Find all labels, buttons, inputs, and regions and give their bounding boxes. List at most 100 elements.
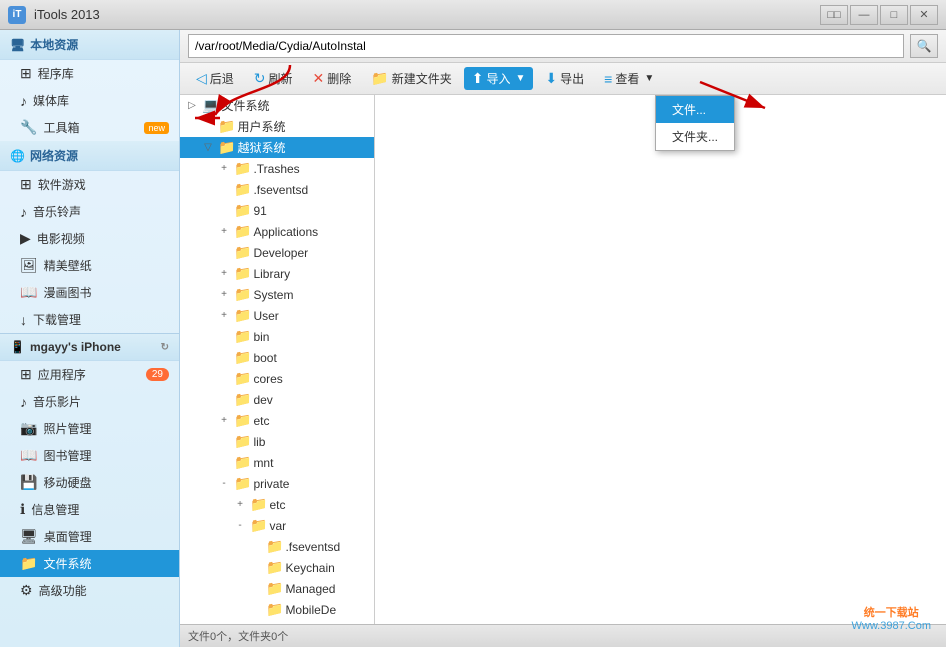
music-icon: ♪ — [20, 394, 27, 410]
address-input[interactable] — [188, 34, 904, 58]
refresh-button[interactable]: ↻ 刷新 — [246, 67, 301, 90]
title-maximize[interactable]: □ — [880, 5, 908, 25]
tree-item-library[interactable]: + 📁 Library — [180, 263, 374, 284]
title-close[interactable]: ✕ — [910, 5, 938, 25]
filesystem-icon: 📁 — [20, 555, 37, 572]
sidebar-item-media[interactable]: ♪ 媒体库 — [0, 87, 179, 114]
title-minimize-btn[interactable]: — — [850, 5, 878, 25]
status-bar: 文件0个，文件夹0个 — [180, 624, 946, 647]
folder-icon: 📁 — [234, 349, 251, 366]
books-icon: 📖 — [20, 447, 37, 464]
tree-item-developer[interactable]: 📁 Developer — [180, 242, 374, 263]
sidebar-item-hdd[interactable]: 💾 移动硬盘 — [0, 469, 179, 496]
tree-item-lib[interactable]: 📁 lib — [180, 431, 374, 452]
sidebar-item-info[interactable]: ℹ 信息管理 — [0, 496, 179, 523]
tree-item-fsevents[interactable]: 📁 .fseventsd — [180, 179, 374, 200]
import-file-item[interactable]: 文件... — [656, 96, 734, 123]
tree-toggle — [216, 394, 232, 405]
view-button[interactable]: ≡ 查看 ▼ — [596, 67, 662, 90]
new-folder-button[interactable]: 📁 新建文件夹 — [363, 67, 459, 90]
watermark: 统一下载站 Www.3987.Com — [852, 604, 931, 632]
tree-item-private-etc[interactable]: + 📁 etc — [180, 494, 374, 515]
app-icon: iT — [8, 6, 26, 24]
import-folder-item[interactable]: 文件夹... — [656, 123, 734, 150]
tree-toggle[interactable]: + — [216, 226, 232, 237]
view-arrow-icon: ▼ — [644, 73, 654, 84]
tree-toggle[interactable]: + — [216, 289, 232, 300]
import-button[interactable]: ⬆ 导入 ▼ — [464, 67, 534, 90]
export-button[interactable]: ⬇ 导出 — [537, 67, 592, 90]
sidebar-item-photos[interactable]: 📷 照片管理 — [0, 415, 179, 442]
tree-item-cores[interactable]: 📁 cores — [180, 368, 374, 389]
sidebar-item-ringtones[interactable]: ♪ 音乐铃声 — [0, 198, 179, 225]
folder-icon: 📁 — [266, 580, 283, 597]
tree-toggle[interactable]: + — [216, 163, 232, 174]
tree-item-applications[interactable]: + 📁 Applications — [180, 221, 374, 242]
tree-toggle[interactable]: + — [216, 415, 232, 426]
file-area: ▷ 💻 文件系统 📁 用户系统 ▽ 📁 越狱系统 — [180, 95, 946, 624]
tree-toggle — [216, 247, 232, 258]
tree-toggle[interactable]: - — [216, 478, 232, 489]
sidebar-item-games[interactable]: ⊞ 软件游戏 — [0, 171, 179, 198]
sidebar-item-downloads[interactable]: ↓ 下载管理 — [0, 306, 179, 333]
tree-item-managed[interactable]: 📁 Managed — [180, 578, 374, 599]
tree-item-91[interactable]: 📁 91 — [180, 200, 374, 221]
delete-button[interactable]: ✕ 删除 — [305, 67, 360, 90]
tree-item-root[interactable]: ▷ 💻 文件系统 — [180, 95, 374, 116]
folder-icon: 📁 — [234, 475, 251, 492]
tree-item-trashes[interactable]: + 📁 .Trashes — [180, 158, 374, 179]
folder-icon: 📁 — [234, 202, 251, 219]
tree-item-mobilede[interactable]: 📁 MobileDe — [180, 599, 374, 620]
tree-panel: ▷ 💻 文件系统 📁 用户系统 ▽ 📁 越狱系统 — [180, 95, 375, 624]
toolbar: ◁ 后退 ↻ 刷新 ✕ 删除 📁 新建文件夹 ⬆ 导入 — [180, 63, 946, 95]
tree-item-mobilesc[interactable]: 📁 MobileSc — [180, 620, 374, 624]
tree-item-mnt[interactable]: 📁 mnt — [180, 452, 374, 473]
tree-toggle[interactable]: + — [216, 268, 232, 279]
sidebar-item-wallpapers[interactable]: 🖼 精美壁纸 — [0, 252, 179, 279]
folder-icon: 📁 — [234, 454, 251, 471]
sidebar-item-advanced[interactable]: ⚙ 高级功能 — [0, 577, 179, 604]
tree-item-dev[interactable]: 📁 dev — [180, 389, 374, 410]
info-icon: ℹ — [20, 501, 25, 518]
media-icon: ♪ — [20, 93, 27, 109]
tree-item-user[interactable]: + 📁 User — [180, 305, 374, 326]
apps-badge: 29 — [146, 368, 169, 381]
sidebar-item-comics[interactable]: 📖 漫画图书 — [0, 279, 179, 306]
tree-item-etc[interactable]: + 📁 etc — [180, 410, 374, 431]
tree-toggle[interactable]: ▽ — [200, 142, 216, 153]
folder-icon: 📁 — [234, 391, 251, 408]
folder-icon: 📁 — [234, 223, 251, 240]
back-icon: ◁ — [196, 70, 207, 87]
tree-item-keychain[interactable]: 📁 Keychain — [180, 557, 374, 578]
import-arrow-icon: ▼ — [516, 73, 526, 84]
search-button[interactable]: 🔍 — [910, 34, 938, 58]
tree-item-bin[interactable]: 📁 bin — [180, 326, 374, 347]
title-minimize[interactable]: □□ — [820, 5, 848, 25]
tree-item-jailbreak[interactable]: ▽ 📁 越狱系统 — [180, 137, 374, 158]
tree-item-fsevents2[interactable]: 📁 .fseventsd — [180, 536, 374, 557]
sidebar-item-music[interactable]: ♪ 音乐影片 — [0, 388, 179, 415]
monitor-icon: 🖥 — [10, 38, 25, 52]
tree-item-boot[interactable]: 📁 boot — [180, 347, 374, 368]
tree-item-user-system[interactable]: 📁 用户系统 — [180, 116, 374, 137]
tree-item-private-var[interactable]: - 📁 var — [180, 515, 374, 536]
tree-toggle[interactable]: ▷ — [184, 100, 200, 111]
tree-toggle[interactable]: + — [216, 310, 232, 321]
sidebar-item-tools[interactable]: 🔧 工具箱 new — [0, 114, 179, 141]
tree-toggle — [216, 457, 232, 468]
tree-toggle — [248, 583, 264, 594]
sidebar-item-programs[interactable]: ⊞ 程序库 — [0, 60, 179, 87]
sidebar-item-desktop[interactable]: 🖥 桌面管理 — [0, 523, 179, 550]
folder-icon: 📁 — [234, 307, 251, 324]
sidebar-item-movies[interactable]: ▶ 电影视频 — [0, 225, 179, 252]
sidebar-item-filesystem[interactable]: 📁 文件系统 — [0, 550, 179, 577]
back-button[interactable]: ◁ 后退 — [188, 67, 242, 90]
sidebar-item-books[interactable]: 📖 图书管理 — [0, 442, 179, 469]
tree-toggle[interactable]: - — [232, 520, 248, 531]
tree-item-private[interactable]: - 📁 private — [180, 473, 374, 494]
sidebar-item-apps[interactable]: ⊞ 应用程序 29 — [0, 361, 179, 388]
import-icon: ⬆ — [472, 70, 484, 87]
tree-toggle[interactable]: + — [232, 499, 248, 510]
tree-item-system[interactable]: + 📁 System — [180, 284, 374, 305]
advanced-icon: ⚙ — [20, 582, 33, 599]
